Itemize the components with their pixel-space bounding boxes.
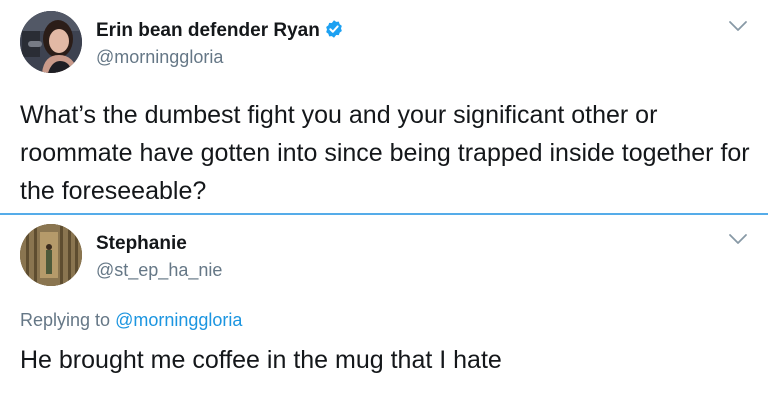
- replying-to: Replying to @morninggloria: [20, 309, 242, 331]
- avatar[interactable]: [20, 11, 82, 73]
- tweet-text: What’s the dumbest fight you and your si…: [20, 101, 750, 205]
- chevron-down-icon[interactable]: [727, 232, 749, 246]
- avatar[interactable]: [20, 224, 82, 286]
- chevron-down-icon[interactable]: [727, 19, 749, 33]
- avatar-photo: [20, 224, 82, 286]
- display-name[interactable]: Erin bean defender Ryan: [96, 20, 344, 42]
- main-tweet: Erin bean defender Ryan @morninggloria W…: [0, 0, 768, 214]
- handle[interactable]: @morninggloria: [96, 46, 223, 68]
- mention-link[interactable]: @morninggloria: [115, 310, 242, 330]
- display-name[interactable]: Stephanie: [96, 233, 187, 255]
- handle[interactable]: @st_ep_ha_nie: [96, 259, 222, 281]
- replying-prefix: Replying to: [20, 310, 111, 330]
- verified-badge-icon: [326, 20, 342, 39]
- avatar-photo: [20, 11, 82, 73]
- reply-text: He brought me coffee in the mug that I h…: [20, 346, 502, 374]
- display-name-text[interactable]: Erin bean defender Ryan: [96, 20, 320, 41]
